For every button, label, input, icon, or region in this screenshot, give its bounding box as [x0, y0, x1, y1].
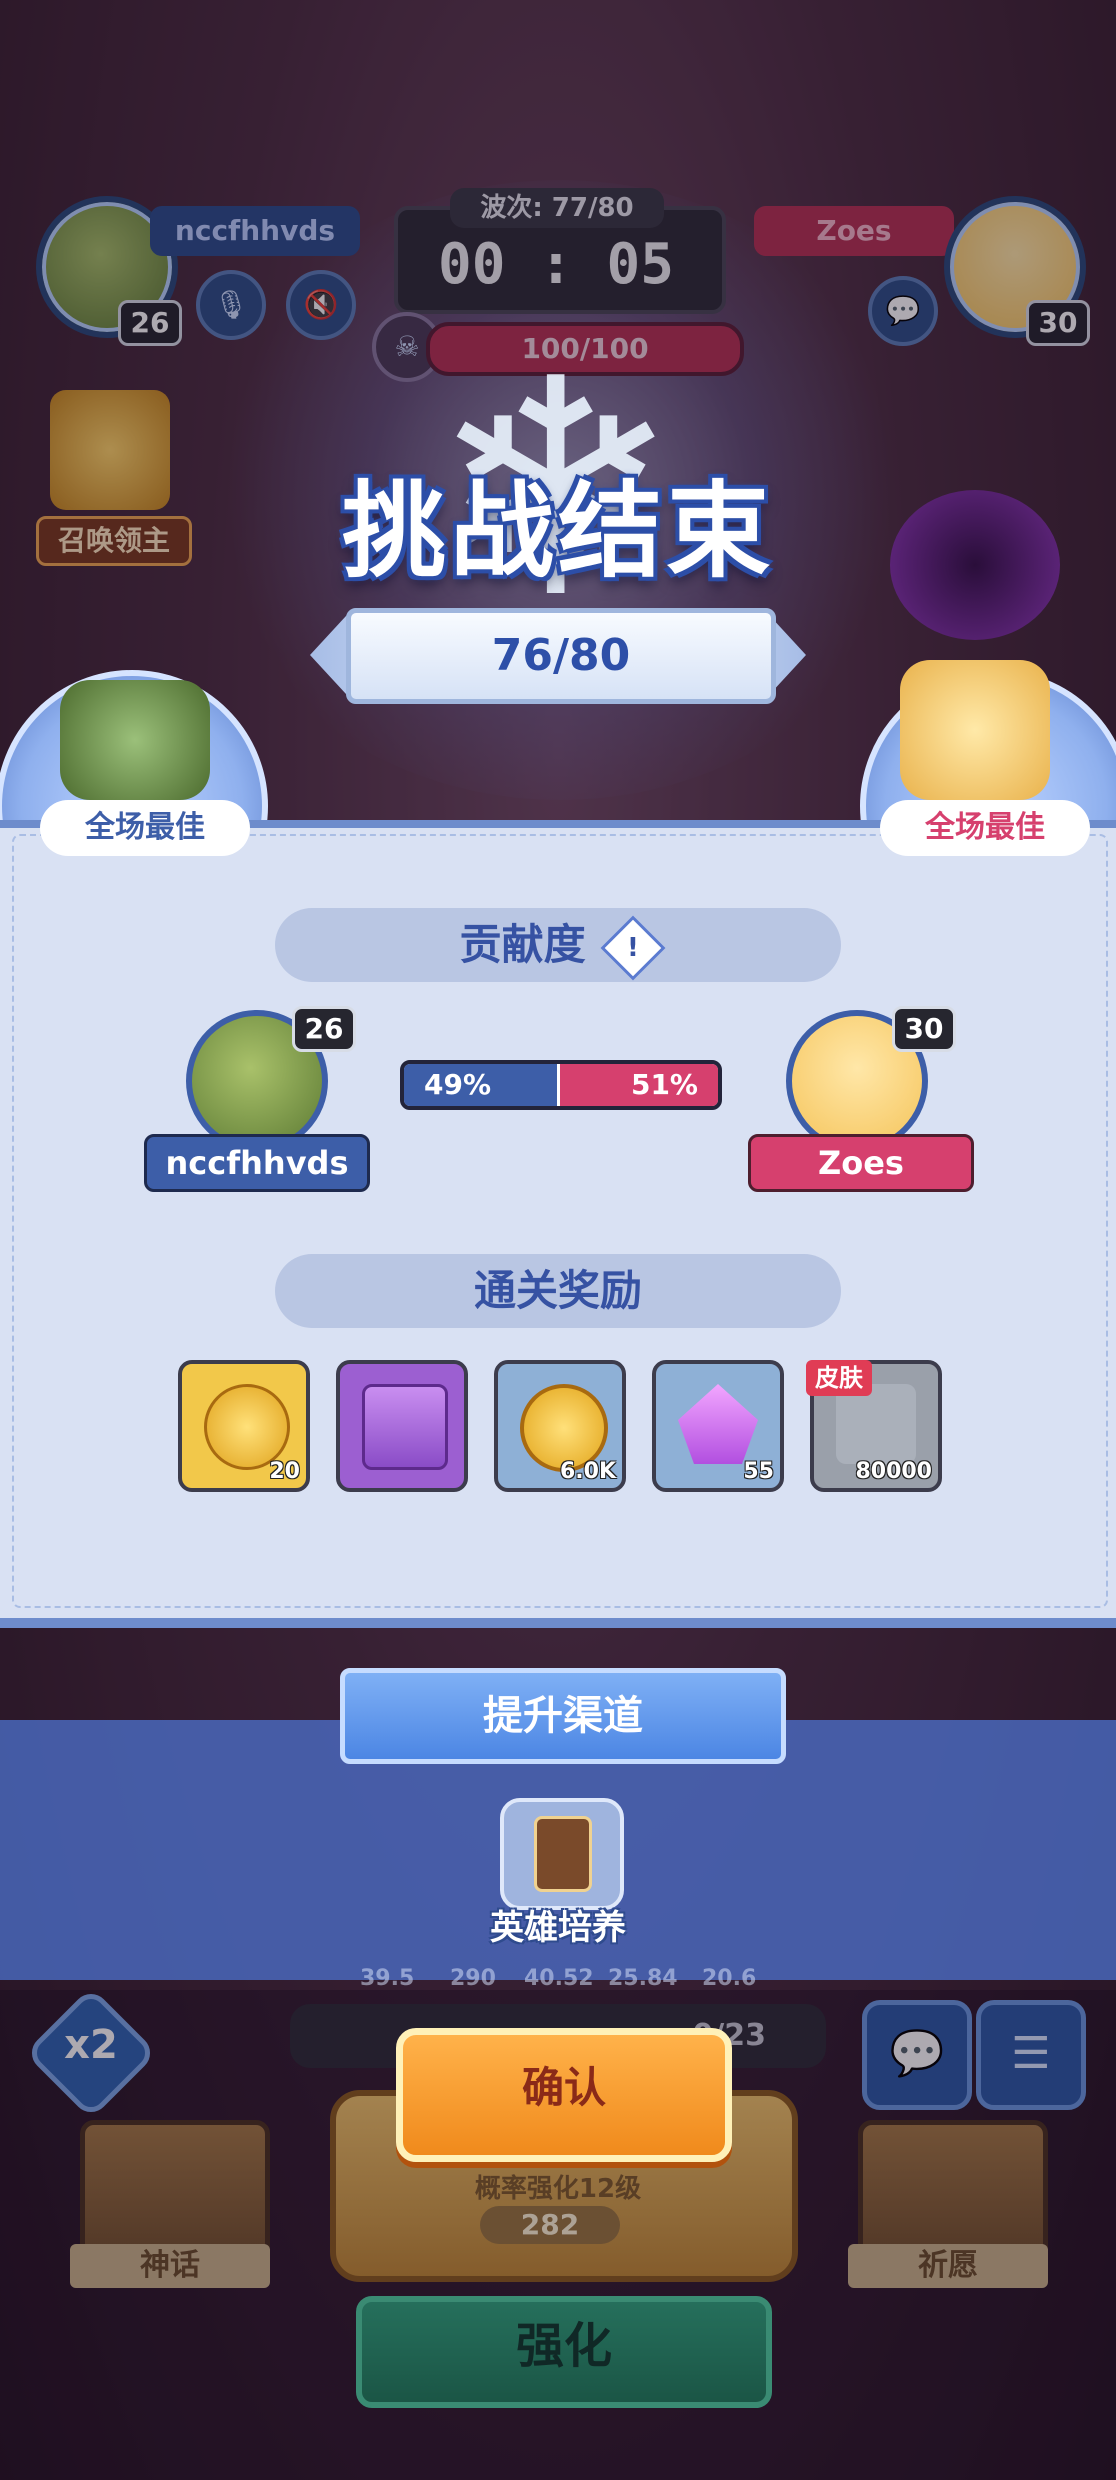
mvp-left-hero	[60, 680, 210, 800]
mvp-left-badge: 全场最佳	[40, 800, 250, 856]
stat-value: 39.5	[360, 1966, 415, 1991]
reward-count: 55	[743, 1459, 774, 1484]
skin-tag: 皮肤	[806, 1360, 872, 1396]
contribution-right-percent: 51%	[556, 1064, 718, 1106]
speed-x2-label: x2	[64, 2022, 118, 2068]
key-icon	[204, 1384, 290, 1470]
reward-count: 80000	[855, 1459, 932, 1484]
mvp-right-hero	[900, 660, 1050, 800]
contrib-right-level: 30	[892, 1006, 956, 1052]
chat-button[interactable]: 💬	[862, 2000, 972, 2110]
enhance-button[interactable]: 强化	[356, 2296, 772, 2408]
contribution-header: 贡献度 !	[275, 908, 841, 982]
mvp-right-badge: 全场最佳	[880, 800, 1090, 856]
contrib-left-level: 26	[292, 1006, 356, 1052]
chest-icon	[362, 1384, 448, 1470]
stat-value: 40.52	[524, 1966, 594, 1991]
wish-label: 祈愿	[848, 2244, 1048, 2288]
myth-label: 神话	[70, 2244, 270, 2288]
rewards-title: 通关奖励	[275, 1254, 841, 1328]
contribution-left-percent: 49%	[404, 1064, 557, 1106]
reward-item[interactable]	[336, 1360, 468, 1492]
confirm-button[interactable]: 确认	[396, 2028, 732, 2162]
crystal-icon	[678, 1384, 758, 1464]
hero-training-label[interactable]: 英雄培养	[458, 1900, 658, 1949]
contrib-left-name: nccfhhvds	[144, 1134, 370, 1192]
final-score: 76/80	[346, 608, 776, 704]
reward-count: 6.0K	[559, 1459, 616, 1484]
portal-vortex	[890, 490, 1060, 640]
reward-item[interactable]: 55	[652, 1360, 784, 1492]
reward-item[interactable]: 20	[178, 1360, 310, 1492]
stat-value: 290	[450, 1966, 496, 1991]
treasure-cost: 282	[480, 2206, 620, 2244]
improve-channel-title: 提升渠道	[340, 1668, 786, 1764]
hero-card-icon[interactable]	[500, 1798, 624, 1910]
stat-value: 25.84	[608, 1966, 678, 1991]
reward-item[interactable]: 6.0K	[494, 1360, 626, 1492]
menu-button[interactable]: ☰	[976, 2000, 1086, 2110]
treasure-upgrade-label: 概率强化12级	[474, 2174, 642, 2204]
contribution-title: 贡献度	[459, 920, 586, 969]
reward-count: 20	[269, 1459, 300, 1484]
contribution-bar: 49% 51%	[400, 1060, 722, 1110]
skin-icon	[836, 1384, 916, 1464]
info-icon[interactable]: !	[600, 914, 666, 981]
contrib-right-name: Zoes	[748, 1134, 974, 1192]
stat-value: 20.6	[702, 1966, 757, 1991]
